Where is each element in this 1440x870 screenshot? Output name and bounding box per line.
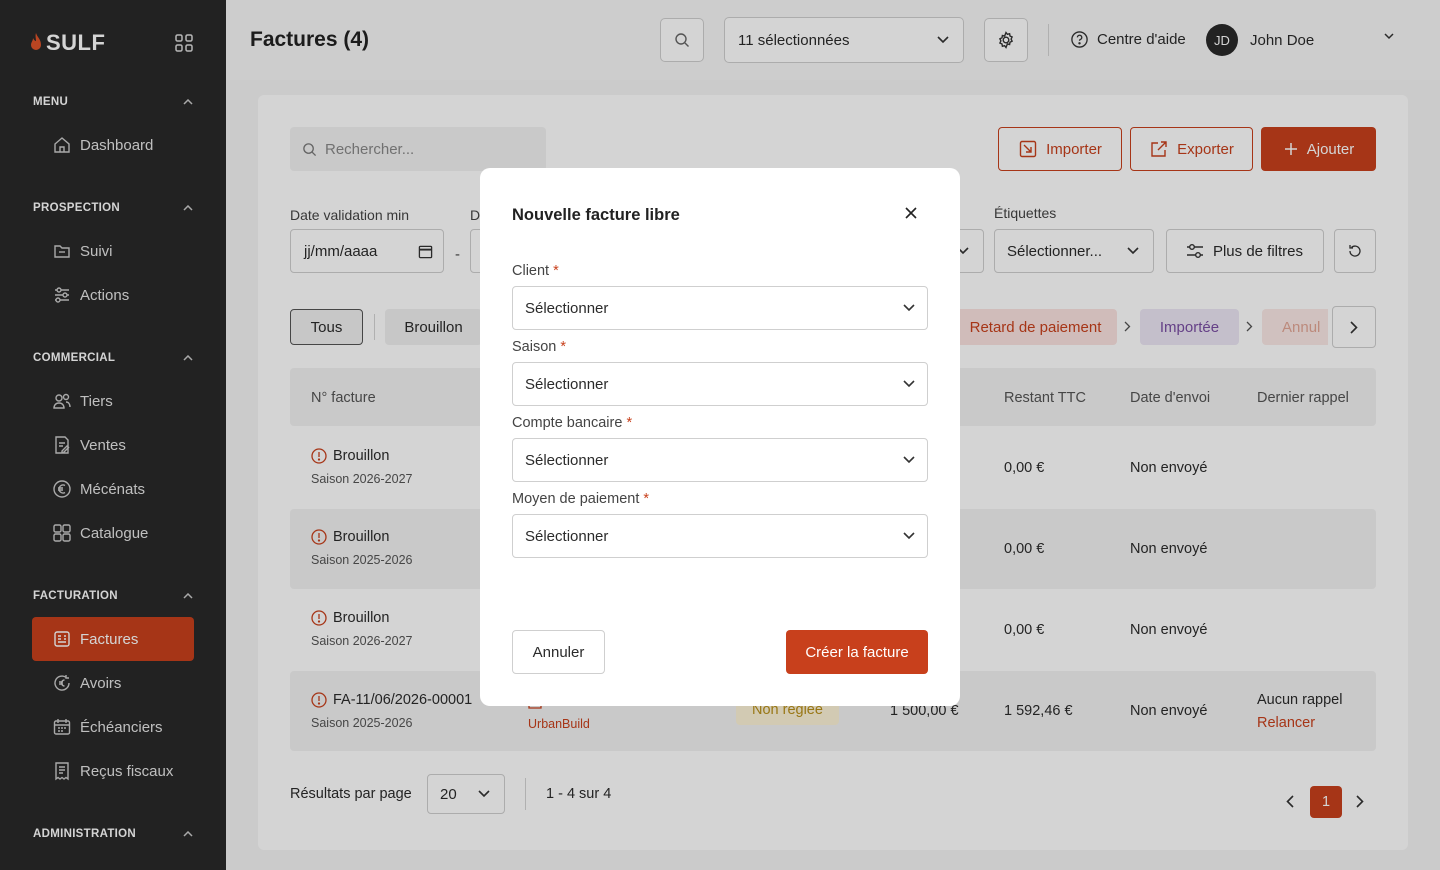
- select-value: Sélectionner: [525, 527, 609, 545]
- chevron-down-icon: [903, 456, 915, 464]
- new-invoice-modal: Nouvelle facture libre Client * Sélectio…: [480, 168, 960, 706]
- payment-method-select[interactable]: Sélectionner: [512, 514, 928, 558]
- select-value: Sélectionner: [525, 375, 609, 393]
- required-mark: *: [643, 491, 650, 507]
- payment-method-label: Moyen de paiement *: [512, 491, 649, 507]
- season-select[interactable]: Sélectionner: [512, 362, 928, 406]
- close-icon: [905, 207, 917, 219]
- chevron-down-icon: [903, 304, 915, 312]
- required-mark: *: [626, 415, 633, 431]
- field-label: Client: [512, 263, 550, 279]
- chevron-down-icon: [903, 380, 915, 388]
- required-mark: *: [553, 263, 559, 279]
- bank-account-label: Compte bancaire *: [512, 415, 632, 431]
- bank-account-select[interactable]: Sélectionner: [512, 438, 928, 482]
- required-mark: *: [560, 339, 567, 355]
- field-label: Compte bancaire: [512, 415, 623, 431]
- client-label: Client *: [512, 263, 559, 279]
- modal-title: Nouvelle facture libre: [512, 206, 680, 224]
- field-label: Moyen de paiement: [512, 491, 640, 507]
- client-select[interactable]: Sélectionner: [512, 286, 928, 330]
- select-value: Sélectionner: [525, 299, 609, 317]
- cancel-button[interactable]: Annuler: [512, 630, 605, 674]
- create-invoice-button[interactable]: Créer la facture: [786, 630, 928, 674]
- field-label: Saison: [512, 339, 557, 355]
- season-label: Saison *: [512, 339, 566, 355]
- select-value: Sélectionner: [525, 451, 609, 469]
- chevron-down-icon: [903, 532, 915, 540]
- close-button[interactable]: [905, 207, 917, 219]
